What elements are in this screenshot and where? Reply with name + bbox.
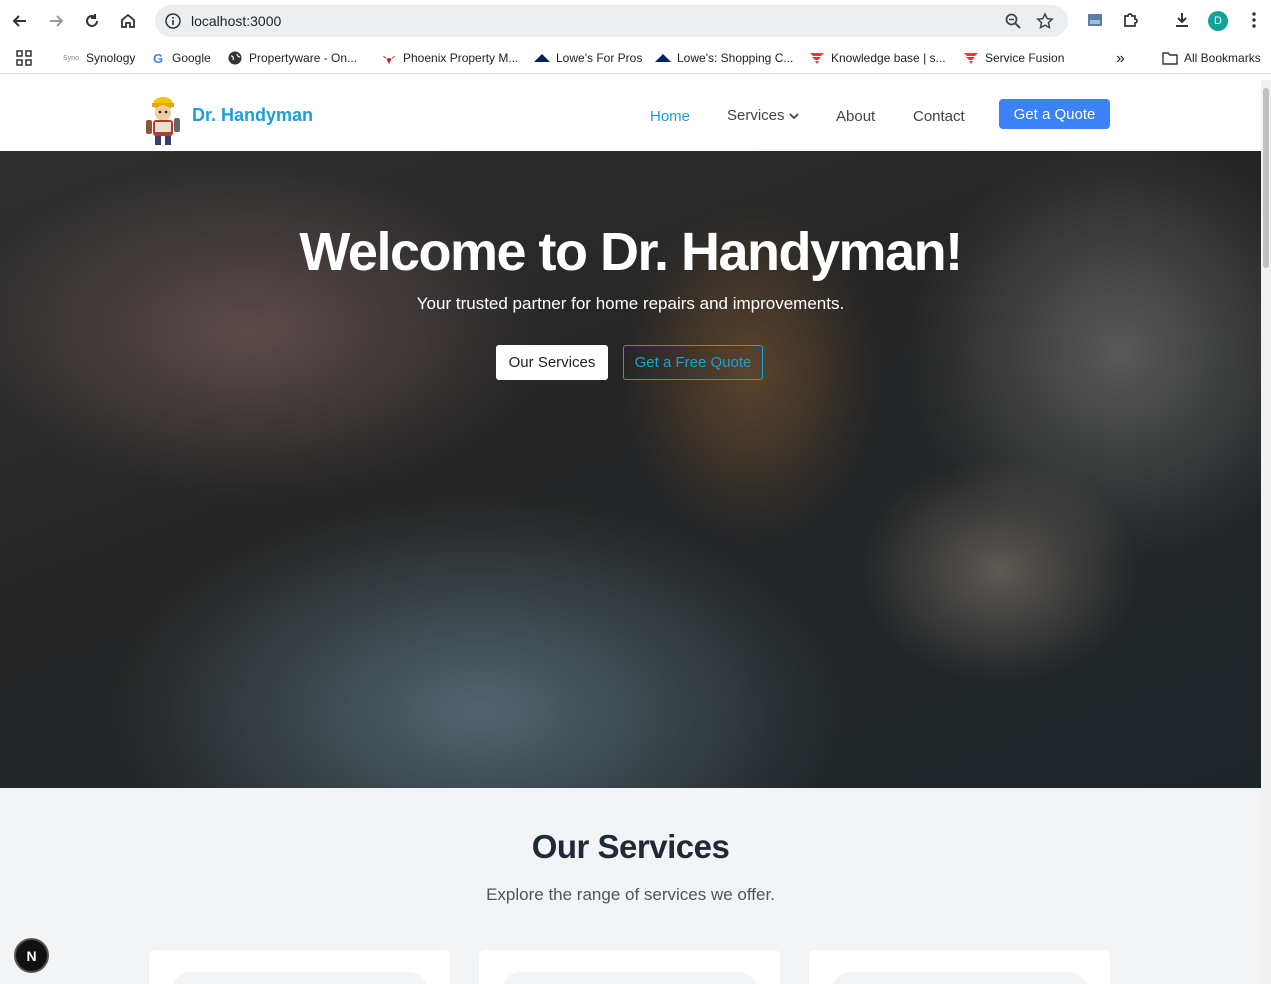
brand-name[interactable]: Dr. Handyman: [192, 105, 313, 126]
service-fusion-icon: [809, 50, 825, 66]
bookmark-lowes-shopping[interactable]: Lowe's: Shopping C...: [655, 50, 793, 66]
service-card[interactable]: [809, 950, 1110, 984]
extension-image-icon[interactable]: [1083, 8, 1107, 32]
lowes-icon: [655, 50, 671, 66]
bookmark-label: Propertyware - On...: [249, 51, 358, 65]
forward-icon[interactable]: [42, 7, 70, 35]
folder-icon: [1162, 50, 1178, 66]
reload-icon[interactable]: [78, 7, 106, 35]
nav-services[interactable]: Services: [727, 107, 799, 124]
nav-services-label: Services: [727, 107, 785, 124]
site-header: Dr. Handyman Home Services About Contact…: [0, 80, 1261, 151]
apps-grid-icon[interactable]: [16, 50, 32, 66]
handyman-logo-icon[interactable]: [142, 94, 184, 146]
bookmarks-overflow-button[interactable]: »: [1116, 50, 1125, 68]
lowes-icon: [534, 50, 550, 66]
globe-icon: [227, 50, 243, 66]
bookmark-label: Service Fusion: [985, 51, 1065, 65]
service-fusion-icon: [963, 50, 979, 66]
google-icon: G: [152, 50, 164, 66]
service-card-icon-area: [501, 972, 758, 984]
site-info-icon[interactable]: [165, 13, 181, 34]
bookmark-phoenix[interactable]: Phoenix Property M...: [381, 50, 518, 66]
bookmark-label: Knowledge base | s...: [831, 51, 946, 65]
service-card-icon-area: [831, 972, 1088, 984]
bookmark-synology[interactable]: Syno Synology: [62, 50, 135, 66]
scrollbar-thumb[interactable]: [1263, 88, 1269, 268]
nav-home[interactable]: Home: [650, 108, 690, 125]
nav-contact[interactable]: Contact: [913, 108, 965, 125]
bookmark-service-fusion[interactable]: Service Fusion: [963, 50, 1064, 66]
extensions-puzzle-icon[interactable]: [1119, 8, 1143, 32]
bookmark-label: Google: [172, 51, 211, 65]
bookmark-knowledge-base[interactable]: Knowledge base | s...: [809, 50, 946, 66]
all-bookmarks-label: All Bookmarks: [1184, 51, 1261, 65]
home-icon[interactable]: [114, 7, 142, 35]
page-scrollbar[interactable]: [1261, 80, 1271, 984]
all-bookmarks-button[interactable]: All Bookmarks: [1162, 50, 1261, 66]
address-bar[interactable]: localhost:3000: [155, 5, 1068, 37]
bookmarks-bar: Syno Synology G Google Propertyware - On…: [0, 42, 1271, 74]
bookmark-label: Lowe's: Shopping C...: [677, 51, 794, 65]
bookmark-label: Lowe's For Pros: [556, 51, 643, 65]
service-card-icon-area: [171, 972, 428, 984]
page-viewport: Dr. Handyman Home Services About Contact…: [0, 80, 1261, 984]
hero-section: Welcome to Dr. Handyman! Your trusted pa…: [0, 151, 1261, 788]
chevron-down-icon: [789, 107, 799, 124]
free-quote-button[interactable]: Get a Free Quote: [623, 345, 763, 380]
bookmark-star-icon[interactable]: [1036, 12, 1054, 35]
service-card[interactable]: [479, 950, 780, 984]
bookmark-propertyware[interactable]: Propertyware - On...: [227, 50, 357, 66]
nav-about[interactable]: About: [836, 108, 875, 125]
zoom-icon[interactable]: [1004, 12, 1022, 35]
back-icon[interactable]: [6, 7, 34, 35]
services-subheading: Explore the range of services we offer.: [486, 885, 775, 904]
get-quote-button[interactable]: Get a Quote: [999, 99, 1110, 129]
browser-toolbar: localhost:3000 D: [0, 0, 1271, 42]
address-url: localhost:3000: [191, 13, 282, 29]
bookmark-label: Phoenix Property M...: [403, 51, 519, 65]
bookmark-lowes-pros[interactable]: Lowe's For Pros: [534, 50, 642, 66]
synology-icon: Syno: [63, 54, 79, 62]
our-services-button[interactable]: Our Services: [496, 345, 608, 380]
phoenix-icon: [381, 50, 397, 66]
bookmark-google[interactable]: G Google: [150, 50, 211, 66]
bookmark-label: Synology: [86, 51, 136, 65]
nextjs-dev-badge[interactable]: N: [14, 938, 49, 973]
download-icon[interactable]: [1170, 8, 1194, 32]
hero-title: Welcome to Dr. Handyman!: [299, 222, 963, 282]
hero-subtitle: Your trusted partner for home repairs an…: [416, 294, 845, 313]
service-card[interactable]: [149, 950, 450, 984]
services-heading: Our Services: [531, 828, 730, 865]
menu-dots-icon[interactable]: [1242, 8, 1266, 32]
profile-avatar[interactable]: D: [1208, 11, 1228, 31]
